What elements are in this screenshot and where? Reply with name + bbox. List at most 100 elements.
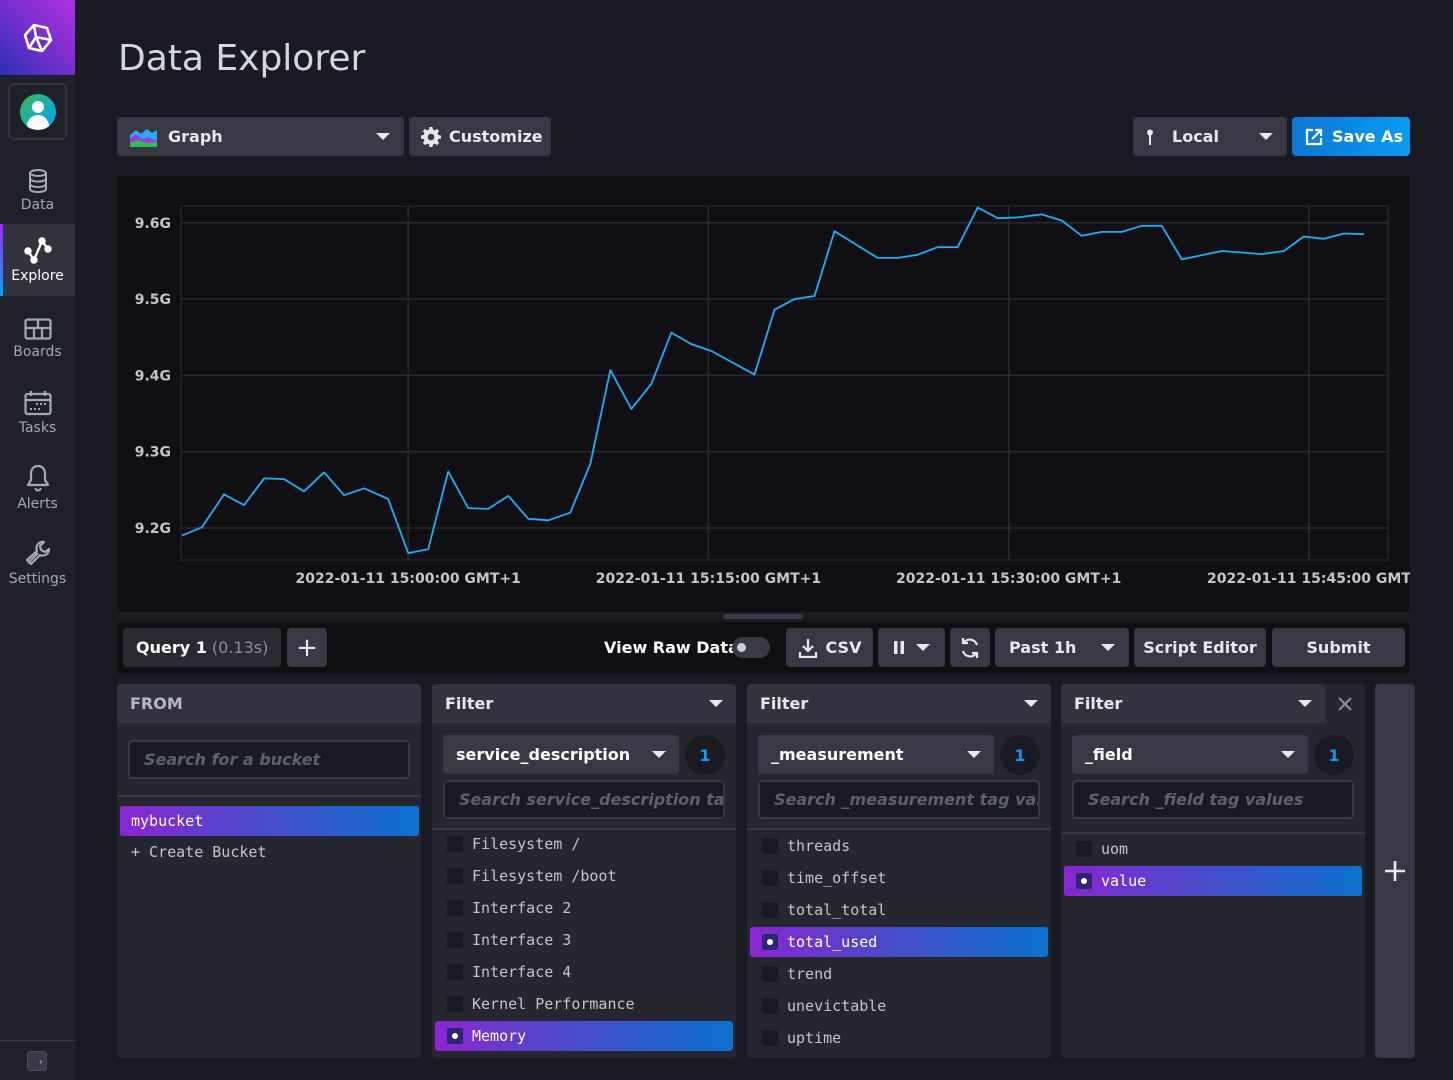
data-point[interactable] (794, 298, 796, 300)
tag-key-dropdown[interactable]: service_description (443, 735, 679, 774)
checkbox[interactable] (447, 932, 463, 948)
data-point[interactable] (1283, 250, 1285, 252)
data-point[interactable] (609, 369, 611, 371)
sidebar-item-data[interactable]: Data (0, 155, 75, 227)
tag-value-item[interactable]: value (1064, 866, 1362, 896)
checkbox[interactable] (447, 836, 463, 852)
tag-value-item[interactable]: Kernel Performance (435, 989, 635, 1019)
data-point[interactable] (283, 478, 285, 480)
data-point[interactable] (1303, 236, 1305, 238)
line-chart[interactable]: 9.2G 9.3G 9.4G 9.5G 9.6G 2022-01-11 15:00:00… (117, 176, 1411, 612)
tag-value-item[interactable]: total_total (750, 895, 886, 925)
sidebar-item-explore[interactable]: Explore (0, 224, 75, 296)
data-point[interactable] (997, 217, 999, 219)
data-point[interactable] (427, 548, 429, 550)
user-avatar-button[interactable] (8, 83, 67, 140)
tag-value-item[interactable]: Filesystem /boot (435, 861, 617, 891)
data-point[interactable] (323, 471, 325, 473)
tag-value-item[interactable]: time_offset (750, 863, 886, 893)
tag-value-item[interactable]: Interface 4 (435, 957, 571, 987)
sidebar-item-boards[interactable]: Boards (0, 303, 75, 375)
checkbox[interactable] (762, 870, 778, 886)
data-point[interactable] (753, 374, 755, 376)
data-point[interactable] (223, 493, 225, 495)
data-point[interactable] (937, 246, 939, 248)
bucket-search-input[interactable]: Search for a bucket (128, 740, 410, 779)
data-point[interactable] (201, 526, 203, 528)
checkbox[interactable] (447, 964, 463, 980)
sidebar-item-settings[interactable]: Settings (0, 527, 75, 599)
data-point[interactable] (181, 535, 183, 537)
view-raw-data-toggle[interactable] (732, 637, 770, 658)
tag-value-item[interactable]: uptime (750, 1023, 841, 1053)
data-point[interactable] (814, 295, 816, 297)
create-bucket-link[interactable]: + Create Bucket (120, 837, 266, 867)
tag-key-dropdown[interactable]: _field (1072, 735, 1308, 774)
data-point[interactable] (1363, 233, 1365, 235)
checkbox[interactable] (762, 838, 778, 854)
data-point[interactable] (1181, 258, 1183, 260)
tag-value-item[interactable]: total_used (750, 927, 1048, 957)
add-filter-button[interactable] (1375, 684, 1415, 1058)
checkbox[interactable] (447, 868, 463, 884)
tag-value-item[interactable]: trend (750, 959, 832, 989)
data-point[interactable] (467, 507, 469, 509)
tag-value-item[interactable]: Interface 3 (435, 925, 571, 955)
data-point[interactable] (1141, 225, 1143, 227)
tag-value-search-input[interactable]: Search _field tag values (1072, 780, 1354, 819)
data-point[interactable] (834, 230, 836, 232)
data-point[interactable] (407, 552, 409, 554)
data-point[interactable] (1081, 235, 1083, 237)
query-tab[interactable]: Query 1 (0.13s) (123, 628, 281, 667)
data-point[interactable] (1221, 250, 1223, 252)
data-point[interactable] (1261, 253, 1263, 255)
tag-value-item[interactable]: threads (750, 831, 850, 861)
add-query-button[interactable]: + (287, 628, 327, 667)
checkbox[interactable] (762, 998, 778, 1014)
data-point[interactable] (1041, 213, 1043, 215)
data-point[interactable] (569, 512, 571, 514)
data-point[interactable] (263, 477, 265, 479)
tag-value-item[interactable]: Memory (435, 1021, 733, 1051)
data-point[interactable] (447, 471, 449, 473)
bucket-item-mybucket[interactable]: mybucket (120, 806, 419, 836)
data-point[interactable] (487, 508, 489, 510)
data-point[interactable] (917, 254, 919, 256)
data-point[interactable] (630, 408, 632, 410)
data-point[interactable] (690, 343, 692, 345)
data-point[interactable] (363, 487, 365, 489)
data-point[interactable] (507, 495, 509, 497)
vis-type-dropdown[interactable]: Graph (117, 117, 404, 156)
checkbox[interactable] (1076, 873, 1092, 889)
refresh-button[interactable] (950, 628, 990, 667)
checkbox[interactable] (447, 1028, 463, 1044)
data-point[interactable] (897, 257, 899, 259)
filter-header[interactable]: Filter (1061, 684, 1325, 723)
data-point[interactable] (1061, 219, 1063, 221)
sidebar-item-tasks[interactable]: Tasks (0, 377, 75, 449)
data-point[interactable] (773, 309, 775, 311)
checkbox[interactable] (762, 902, 778, 918)
data-point[interactable] (343, 494, 345, 496)
tag-value-search-input[interactable]: Search _measurement tag val (758, 780, 1040, 819)
data-point[interactable] (877, 257, 879, 259)
data-point[interactable] (547, 519, 549, 521)
submit-button[interactable]: Submit (1272, 628, 1405, 667)
checkbox[interactable] (762, 966, 778, 982)
checkbox[interactable] (762, 934, 778, 950)
filter-header[interactable]: Filter (432, 684, 736, 723)
sidebar-item-alerts[interactable]: Alerts (0, 452, 75, 524)
data-point[interactable] (387, 498, 389, 500)
checkbox[interactable] (447, 900, 463, 916)
tag-value-item[interactable]: Filesystem / (435, 829, 580, 859)
timezone-dropdown[interactable]: Local (1133, 117, 1287, 156)
data-point[interactable] (710, 350, 712, 352)
tag-value-item[interactable]: Interface 2 (435, 893, 571, 923)
csv-download-button[interactable]: CSV (786, 628, 873, 667)
data-point[interactable] (589, 463, 591, 465)
data-point[interactable] (670, 332, 672, 334)
tag-value-item[interactable]: unevictable (750, 991, 886, 1021)
data-point[interactable] (527, 518, 529, 520)
sidebar-collapse-button[interactable]: › (27, 1051, 47, 1071)
tag-value-item[interactable]: uom (1064, 834, 1128, 864)
